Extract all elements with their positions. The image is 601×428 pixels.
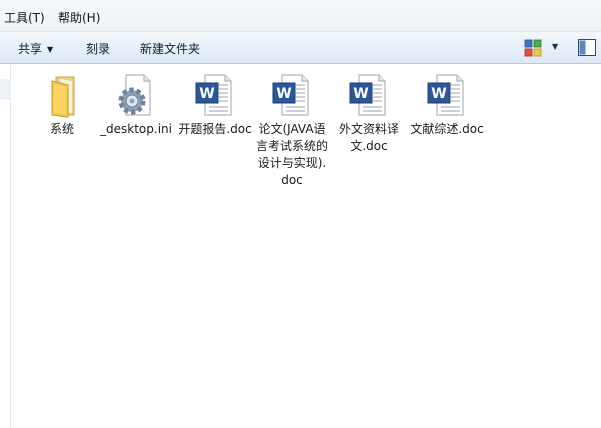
- share-button-label: 共享: [18, 42, 43, 56]
- view-options-chevron-icon[interactable]: ▼: [552, 42, 558, 51]
- settings-file-icon: [118, 74, 151, 116]
- file-item-thesis-doc[interactable]: W 论文(JAVA语言考试系统的设计与实现).doc: [255, 71, 329, 189]
- word-doc-icon: W: [349, 74, 386, 116]
- word-doc-icon: W: [272, 74, 309, 116]
- file-name: 文献综述.doc: [410, 122, 484, 136]
- chevron-down-icon: ▼: [47, 45, 54, 54]
- burn-button[interactable]: 刻录: [86, 40, 110, 57]
- word-doc-icon: W: [427, 74, 464, 116]
- change-view-icon[interactable]: [523, 38, 543, 58]
- file-item-proposal-doc[interactable]: W 开题报告.doc: [178, 71, 252, 138]
- svg-text:W: W: [276, 86, 291, 102]
- new-folder-button[interactable]: 新建文件夹: [140, 40, 200, 57]
- svg-text:W: W: [353, 86, 368, 102]
- svg-text:W: W: [431, 86, 446, 102]
- navigation-pane-edge: [0, 65, 11, 428]
- file-item-desktop-ini[interactable]: _desktop.ini: [99, 71, 173, 138]
- menu-bar: 工具(T) 帮助(H): [0, 0, 601, 32]
- file-name: 外文资料译文.doc: [338, 122, 399, 153]
- menu-help[interactable]: 帮助(H): [58, 9, 100, 26]
- preview-pane-icon[interactable]: [578, 39, 596, 56]
- svg-text:W: W: [199, 86, 214, 102]
- file-item-system-folder[interactable]: 系统: [25, 71, 99, 138]
- file-name: 论文(JAVA语言考试系统的设计与实现).doc: [255, 122, 328, 187]
- word-doc-icon: W: [195, 74, 232, 116]
- file-list: 系统 _desktop.ini W 开题报告.doc W 论文(JAVA语言考试…: [12, 65, 601, 428]
- file-item-literature-review-doc[interactable]: W 文献综述.doc: [410, 71, 484, 138]
- menu-tools[interactable]: 工具(T): [4, 9, 45, 26]
- file-name: _desktop.ini: [100, 122, 172, 136]
- navigation-pane-item[interactable]: [0, 79, 11, 99]
- command-bar: 共享 ▼ 刻录 新建文件夹 ▼: [0, 32, 601, 64]
- file-name: 开题报告.doc: [178, 122, 252, 136]
- share-button[interactable]: 共享 ▼: [18, 40, 53, 57]
- file-item-translation-doc[interactable]: W 外文资料译文.doc: [332, 71, 406, 155]
- file-name: 系统: [49, 122, 74, 136]
- folder-icon: [51, 76, 75, 118]
